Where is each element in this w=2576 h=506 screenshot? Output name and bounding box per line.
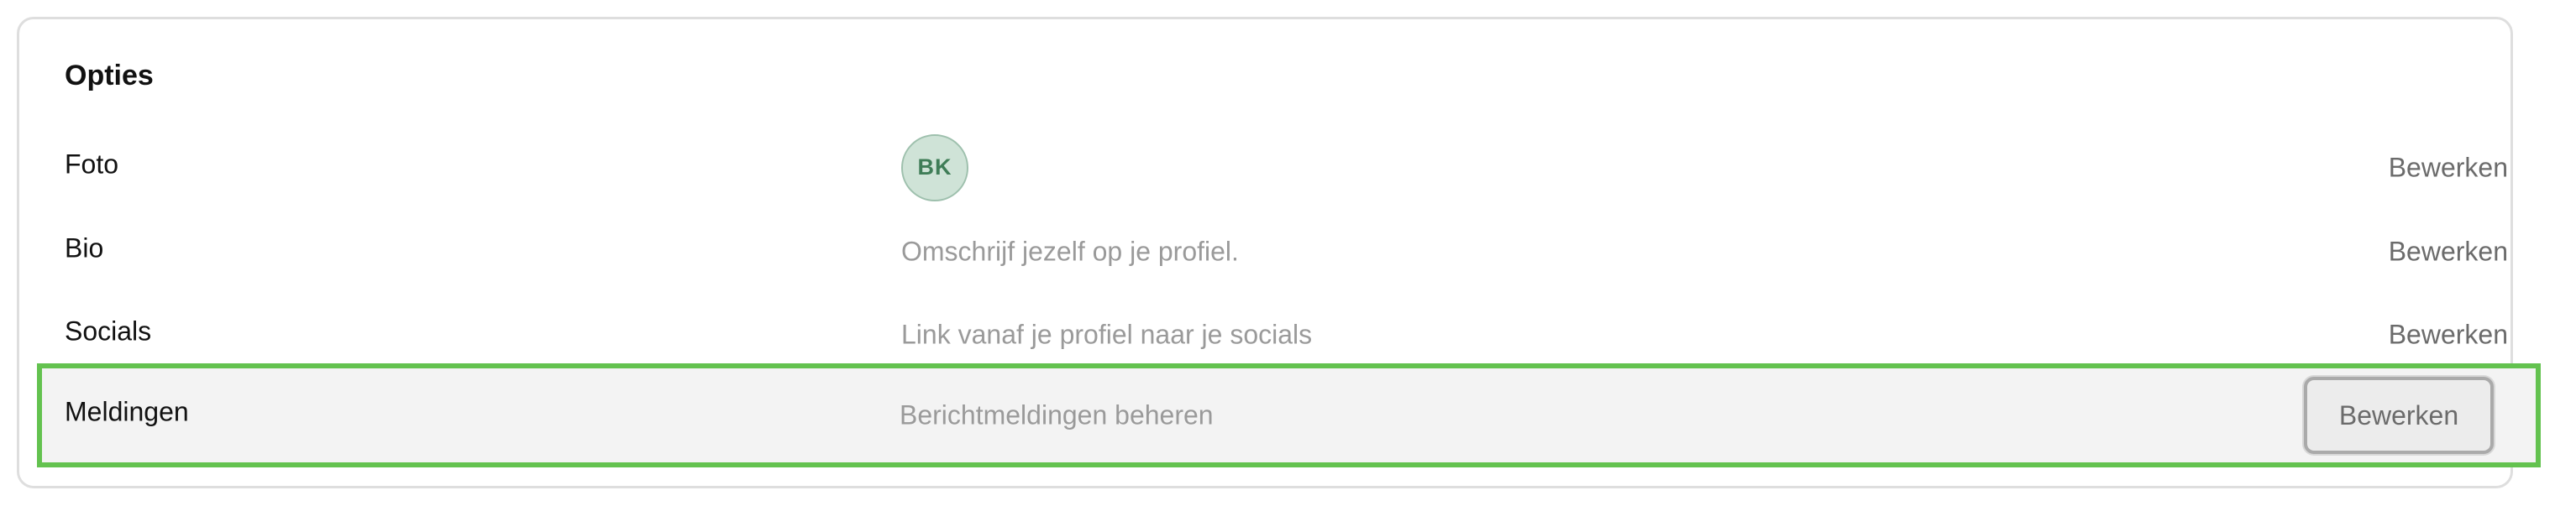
row-description: Link vanaf je profiel naar je socials (901, 319, 1313, 349)
edit-socials-button[interactable]: Bewerken (2389, 304, 2508, 365)
options-row-bio: Bio Omschrijf jezelf op je profiel. Bewe… (43, 210, 2540, 293)
options-row-foto: Foto BK Bewerken (43, 126, 2540, 209)
edit-photo-button[interactable]: Bewerken (2389, 137, 2508, 198)
section-title: Opties (65, 60, 154, 91)
row-label: Foto (65, 149, 119, 179)
row-description: Berichtmeldingen beheren (900, 399, 1214, 430)
avatar: BK (901, 133, 968, 201)
row-description: Omschrijf jezelf op je profiel. (901, 236, 1239, 266)
edit-notifications-button[interactable]: Bewerken (2304, 377, 2494, 454)
options-row-notifications[interactable]: Meldingen Berichtmeldingen beheren Bewer… (37, 363, 2541, 467)
row-label: Socials (65, 316, 152, 346)
avatar-initials: BK (917, 154, 952, 180)
edit-bio-button[interactable]: Bewerken (2389, 221, 2508, 282)
row-label: Meldingen (65, 396, 189, 427)
row-label: Bio (65, 232, 104, 263)
